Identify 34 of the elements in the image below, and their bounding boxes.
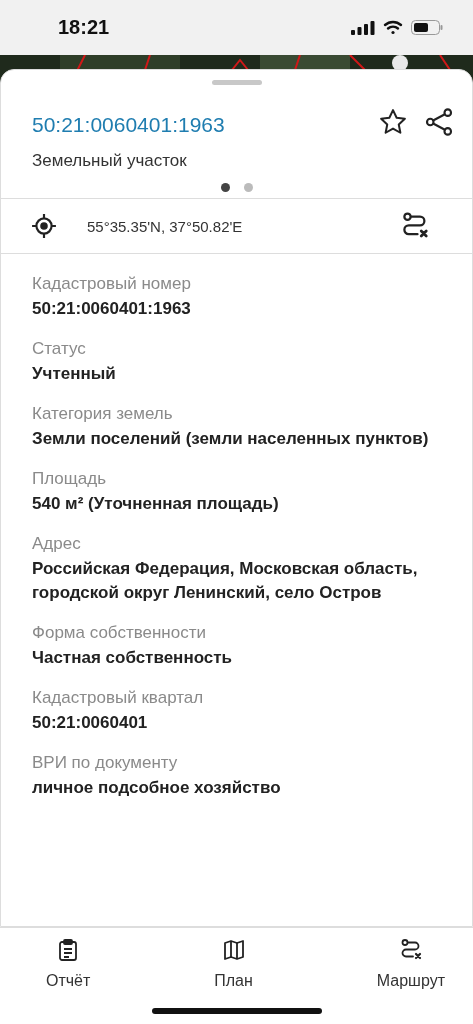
field-value: Частная собственность bbox=[32, 647, 234, 669]
parcel-number: 50:21:0060401:1963 bbox=[32, 113, 226, 137]
field-value: 50:21:0060401:1963 bbox=[32, 298, 192, 320]
battery-icon bbox=[411, 20, 443, 35]
signal-icon bbox=[351, 20, 375, 35]
field-value: 540 м² (Уточненная площадь) bbox=[32, 493, 280, 515]
field-label: Статус bbox=[32, 338, 87, 360]
tab-bar-item[interactable]: План bbox=[208, 928, 259, 1024]
wifi-icon bbox=[383, 20, 403, 35]
parcel-type: Земельный участок bbox=[32, 151, 188, 171]
field-label: ВРИ по документу bbox=[32, 752, 179, 774]
tab-bar-item[interactable]: Отчёт bbox=[40, 928, 97, 1024]
page-dot[interactable] bbox=[243, 183, 253, 192]
coordinates: 55°35.35'N, 37°50.82'E bbox=[87, 217, 244, 235]
location-target-icon[interactable] bbox=[31, 213, 57, 239]
map-icon bbox=[221, 938, 246, 962]
field-value: личное подсобное хозяйство bbox=[32, 777, 282, 799]
field-value: Учтенный bbox=[32, 363, 117, 385]
field-label: Категория земель bbox=[32, 403, 174, 425]
page-dot[interactable] bbox=[220, 183, 230, 192]
field-value: 50:21:0060401 bbox=[32, 712, 149, 734]
field-label: Форма собственности bbox=[32, 622, 207, 644]
status-time: 18:21 bbox=[58, 16, 110, 39]
field-label: Площадь bbox=[32, 468, 107, 490]
field-value: Земли поселений (земли населенных пунктов) bbox=[32, 428, 430, 450]
share-icon[interactable] bbox=[424, 107, 454, 137]
clipboard-icon bbox=[57, 938, 80, 962]
star-icon[interactable] bbox=[378, 107, 408, 137]
drag-handle[interactable] bbox=[211, 80, 262, 85]
tab-bar-item[interactable]: Маршрут bbox=[370, 928, 451, 1024]
field-label: Адрес bbox=[32, 533, 82, 555]
field-label: Кадастровый квартал bbox=[32, 687, 205, 709]
field-label: Кадастровый номер bbox=[32, 273, 192, 295]
field-value: Российская Федерация, Московская область, городской округ Ленинский, село Остров bbox=[32, 558, 419, 604]
